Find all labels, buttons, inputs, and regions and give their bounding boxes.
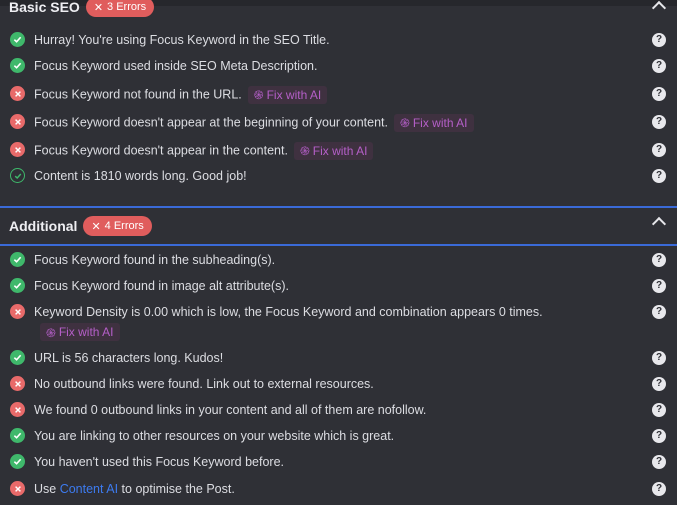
error-badge: ✕ 4 Errors: [83, 216, 152, 236]
x-circle-icon: [10, 114, 25, 129]
fix-with-ai-button[interactable]: ֍ Fix with AI: [40, 323, 120, 341]
help-icon[interactable]: ?: [652, 279, 666, 293]
x-circle-icon: [10, 86, 25, 101]
x-circle-icon: [10, 481, 25, 496]
help-icon[interactable]: ?: [652, 33, 666, 47]
check-text: to optimise the Post.: [118, 482, 235, 496]
help-icon[interactable]: ?: [652, 482, 666, 496]
error-badge: ✕ 3 Errors: [85, 0, 155, 17]
x-circle-icon: [10, 142, 25, 157]
chevron-up-icon[interactable]: [651, 216, 667, 232]
help-icon[interactable]: ?: [652, 169, 666, 183]
section-title: Additional: [9, 218, 78, 234]
basic-seo-header[interactable]: Basic SEO ✕ 3 Errors: [0, 0, 677, 25]
fix-with-ai-button[interactable]: ֍ Fix with AI: [394, 114, 474, 132]
check-circle-icon: [10, 454, 25, 469]
check-text: Focus Keyword found in image alt attribu…: [34, 279, 289, 293]
check-circle-icon: [10, 58, 25, 73]
check-text: Focus Keyword doesn't appear at the begi…: [34, 115, 389, 130]
content-ai-link[interactable]: Content AI: [60, 482, 118, 496]
x-circle-icon: [10, 402, 25, 417]
fingerprint-icon: ֍: [299, 144, 310, 158]
check-text: Hurray! You're using Focus Keyword in th…: [34, 33, 330, 47]
close-icon: ✕: [93, 1, 104, 14]
help-icon[interactable]: ?: [652, 455, 666, 469]
check-text: No outbound links were found. Link out t…: [34, 377, 374, 391]
help-icon[interactable]: ?: [652, 59, 666, 73]
check-circle-icon: [10, 32, 25, 47]
check-text: Focus Keyword found in the subheading(s)…: [34, 253, 276, 267]
fix-with-ai-button[interactable]: ֍ Fix with AI: [247, 86, 328, 104]
check-text: You haven't used this Focus Keyword befo…: [34, 455, 284, 469]
check-text: Focus Keyword doesn't appear in the cont…: [34, 143, 288, 158]
check-text: Use: [34, 482, 60, 496]
check-text: Content is 1810 words long. Good job!: [34, 169, 247, 183]
fingerprint-icon: ֍: [253, 88, 264, 102]
fingerprint-icon: ֍: [400, 116, 410, 130]
x-circle-icon: [10, 304, 25, 319]
check-text: Focus Keyword used inside SEO Meta Descr…: [34, 59, 318, 73]
close-icon: ✕: [91, 220, 101, 233]
check-text: URL is 56 characters long. Kudos!: [34, 351, 224, 365]
help-icon[interactable]: ?: [652, 351, 666, 365]
x-circle-icon: [10, 376, 25, 391]
section-title: Basic SEO: [9, 0, 80, 15]
check-circle-icon: [10, 350, 25, 365]
section-divider: [0, 244, 677, 246]
check-text: Keyword Density is 0.00 which is low, th…: [34, 305, 543, 319]
help-icon[interactable]: ?: [652, 87, 666, 101]
help-icon[interactable]: ?: [652, 143, 666, 157]
help-icon[interactable]: ?: [652, 403, 666, 417]
additional-header[interactable]: Additional ✕ 4 Errors: [0, 208, 677, 244]
check-text: Focus Keyword not found in the URL.: [34, 87, 242, 102]
help-icon[interactable]: ?: [652, 115, 666, 129]
check-text: We found 0 outbound links in your conten…: [34, 403, 427, 417]
help-icon[interactable]: ?: [652, 377, 666, 391]
help-icon[interactable]: ?: [652, 253, 666, 267]
fix-with-ai-button[interactable]: ֍ Fix with AI: [293, 142, 374, 160]
help-icon[interactable]: ?: [652, 305, 666, 319]
help-icon[interactable]: ?: [652, 429, 666, 443]
check-circle-icon: [10, 428, 25, 443]
chevron-up-icon[interactable]: [651, 0, 667, 16]
fingerprint-icon: ֍: [46, 325, 56, 340]
check-circle-outline-icon: [10, 168, 25, 183]
check-circle-icon: [10, 252, 25, 267]
check-circle-icon: [10, 278, 25, 293]
check-text: You are linking to other resources on yo…: [34, 429, 395, 443]
